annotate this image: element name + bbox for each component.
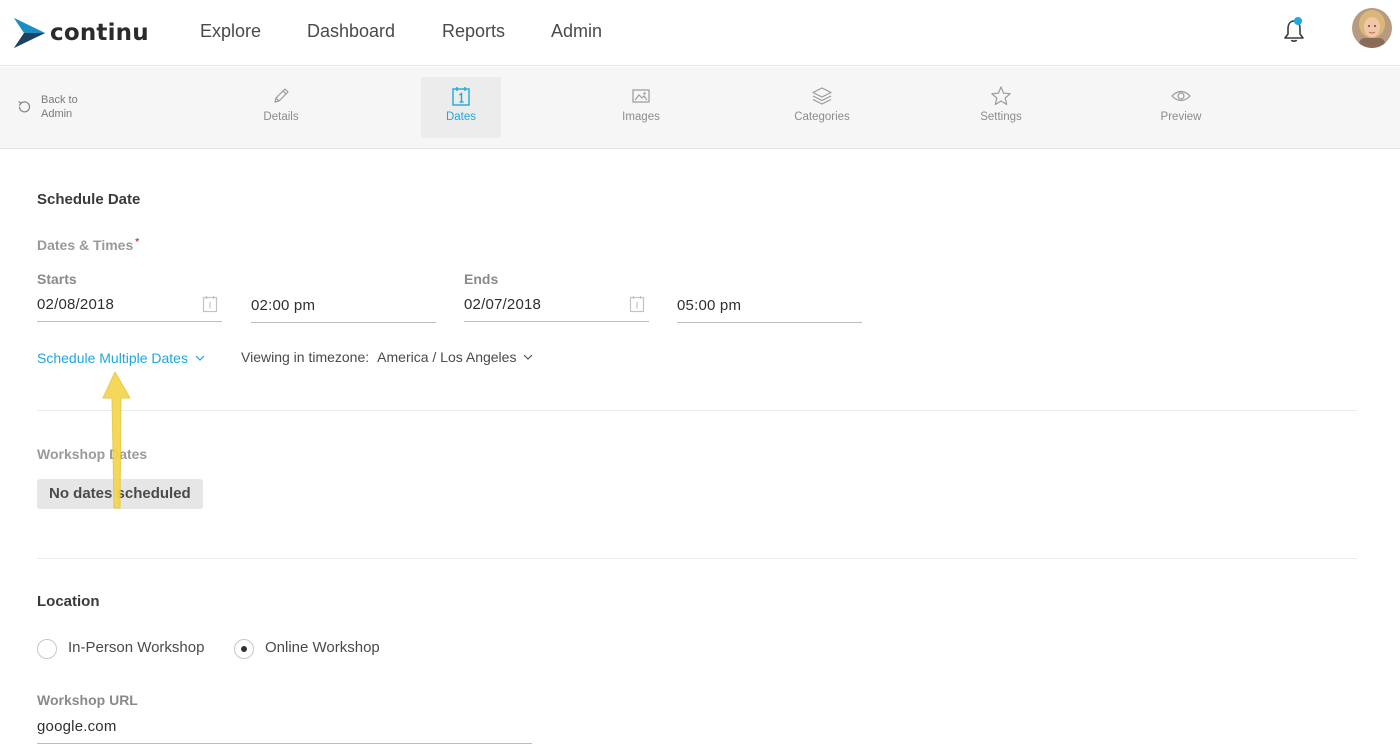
notification-dot [1294, 17, 1302, 25]
schedule-multiple-dates-link[interactable]: Schedule Multiple Dates [37, 350, 205, 366]
notifications-bell-icon[interactable] [1282, 17, 1306, 44]
logo-icon [14, 18, 45, 48]
tab-details[interactable]: Details [241, 77, 321, 138]
undo-icon [18, 100, 31, 113]
nav-explore[interactable]: Explore [200, 21, 261, 42]
schedule-multiple-dates-label: Schedule Multiple Dates [37, 350, 188, 366]
start-date-value: 02/08/2018 [37, 296, 115, 313]
layers-icon [812, 87, 832, 105]
image-icon [632, 89, 650, 103]
annotation-arrow-icon [102, 371, 131, 509]
pencil-icon [274, 88, 289, 103]
nav-dashboard[interactable]: Dashboard [307, 21, 395, 42]
online-workshop-label[interactable]: Online Workshop [265, 639, 380, 656]
tab-dates-label: Dates [445, 111, 477, 123]
end-time-value: 05:00 pm [677, 297, 742, 314]
section-divider [37, 558, 1357, 559]
tab-images-label: Images [622, 111, 660, 123]
tab-images[interactable]: Images [601, 77, 681, 138]
calendar-icon [452, 87, 470, 106]
timezone-label: Viewing in timezone: [241, 349, 370, 365]
eye-icon [1171, 90, 1191, 102]
timezone-value: America / Los Angeles [377, 349, 517, 365]
tab-preview[interactable]: Preview [1141, 77, 1221, 138]
start-date-field[interactable]: 02/08/2018 [37, 292, 222, 322]
schedule-date-heading: Schedule Date [37, 191, 141, 208]
calendar-icon[interactable] [202, 295, 218, 313]
continu-logo[interactable]: continu [12, 16, 149, 50]
star-icon [991, 86, 1011, 106]
dates-times-text: Dates & Times [37, 237, 134, 253]
top-navigation-bar: continu Explore Dashboard Reports Admin [0, 0, 1400, 66]
workshop-url-value: google.com [37, 718, 117, 735]
calendar-icon[interactable] [629, 295, 645, 313]
tab-settings[interactable]: Settings [961, 77, 1041, 138]
ends-label: Ends [464, 271, 499, 287]
end-time-field[interactable]: 05:00 pm [677, 293, 862, 323]
dates-times-label: Dates & Times * [37, 237, 139, 253]
tab-categories-label: Categories [794, 111, 850, 123]
tab-details-label: Details [263, 111, 299, 123]
timezone-selector[interactable]: Viewing in timezone: America / Los Angel… [241, 349, 533, 365]
in-person-workshop-radio[interactable] [37, 639, 57, 659]
starts-label: Starts [37, 271, 77, 287]
nav-reports[interactable]: Reports [442, 21, 505, 42]
start-time-value: 02:00 pm [251, 297, 316, 314]
location-heading: Location [37, 593, 100, 610]
workshop-url-field[interactable]: google.com [37, 714, 532, 744]
user-avatar[interactable] [1352, 8, 1392, 48]
end-date-field[interactable]: 02/07/2018 [464, 292, 649, 322]
nav-admin[interactable]: Admin [551, 21, 602, 42]
back-to-admin-label: Back to Admin [41, 94, 78, 120]
tab-dates[interactable]: Dates [421, 77, 501, 138]
chevron-down-icon [195, 355, 205, 361]
in-person-workshop-label[interactable]: In-Person Workshop [68, 639, 204, 656]
tab-preview-label: Preview [1160, 111, 1202, 123]
tab-categories[interactable]: Categories [782, 77, 862, 138]
end-date-value: 02/07/2018 [464, 296, 542, 313]
start-time-field[interactable]: 02:00 pm [251, 293, 436, 323]
section-divider [37, 410, 1357, 411]
tab-settings-label: Settings [980, 111, 1022, 123]
editor-toolbar: Back to Admin Details Dates Images Categ… [0, 67, 1400, 149]
chevron-down-icon [524, 354, 533, 360]
workshop-url-label: Workshop URL [37, 692, 138, 708]
back-to-admin-button[interactable]: Back to Admin [16, 93, 89, 121]
online-workshop-radio[interactable] [234, 639, 254, 659]
brand-name: continu [50, 20, 149, 46]
required-mark: * [135, 237, 140, 248]
